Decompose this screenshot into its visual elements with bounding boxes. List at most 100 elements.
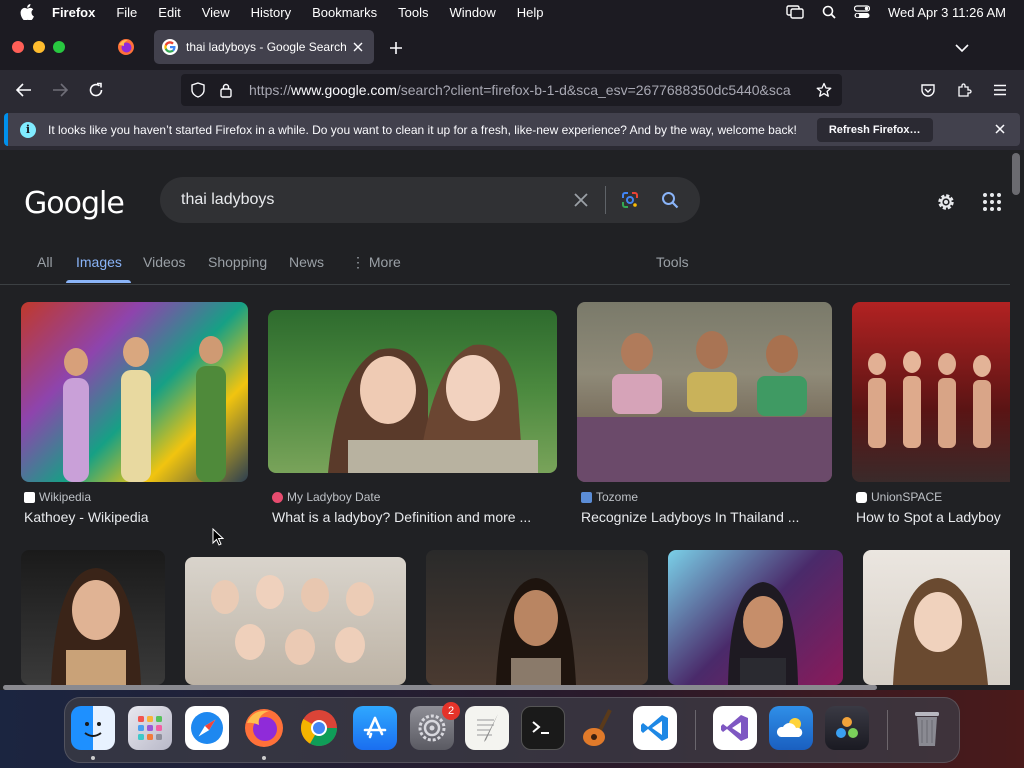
url-scheme: https:// xyxy=(249,82,292,98)
visual-studio-icon[interactable] xyxy=(713,706,757,750)
control-center-icon[interactable] xyxy=(853,5,870,19)
image-thumbnail[interactable] xyxy=(863,550,1010,685)
image-thumbnail[interactable] xyxy=(21,302,248,482)
result-title[interactable]: How to Spot a Ladyboy xyxy=(856,509,1001,525)
menu-file[interactable]: File xyxy=(116,5,137,20)
tab-strip: thai ladyboys - Google Search xyxy=(0,24,1024,70)
result-title[interactable]: Recognize Ladyboys In Thailand ... xyxy=(581,509,799,525)
tracking-protection-shield-icon[interactable] xyxy=(189,82,207,98)
bookmark-star-icon[interactable] xyxy=(812,82,836,98)
new-tab-plus-icon[interactable] xyxy=(384,36,408,60)
tab-title: thai ladyboys - Google Search xyxy=(186,40,346,54)
address-bar[interactable]: https://www.google.com/search?client=fir… xyxy=(181,74,842,106)
dock-separator xyxy=(887,710,888,750)
list-all-tabs-chevron-icon[interactable] xyxy=(950,36,974,60)
wikipedia-favicon-icon xyxy=(24,491,35,503)
pocket-icon[interactable] xyxy=(916,78,940,102)
image-thumbnail[interactable] xyxy=(852,302,1010,482)
google-logo[interactable]: Google xyxy=(24,186,125,221)
refresh-firefox-button[interactable]: Refresh Firefox… xyxy=(816,117,933,142)
spotlight-search-icon[interactable] xyxy=(822,5,836,19)
google-apps-grid-icon[interactable] xyxy=(980,190,1004,214)
notification-close-icon[interactable] xyxy=(992,121,1008,137)
result-source: Tozome xyxy=(581,490,638,504)
menu-window[interactable]: Window xyxy=(450,5,496,20)
image-thumbnail[interactable] xyxy=(21,550,165,685)
launchpad-icon[interactable] xyxy=(128,706,172,750)
firefox-dock-icon[interactable] xyxy=(242,706,286,750)
tab-videos[interactable]: Videos xyxy=(143,254,186,270)
menu-view[interactable]: View xyxy=(202,5,230,20)
tab-more[interactable]: ⋮ More xyxy=(351,254,401,271)
unionspace-favicon-icon xyxy=(856,491,867,503)
vscode-icon[interactable] xyxy=(633,706,677,750)
firefox-view-tab[interactable] xyxy=(112,35,140,59)
weather-icon[interactable] xyxy=(769,706,813,750)
google-lens-icon[interactable] xyxy=(618,188,642,212)
result-title[interactable]: Kathoey - Wikipedia xyxy=(24,509,149,525)
firefox-running-indicator xyxy=(262,756,266,760)
tab-images[interactable]: Images xyxy=(76,254,122,270)
menu-bookmarks[interactable]: Bookmarks xyxy=(312,5,377,20)
menu-edit[interactable]: Edit xyxy=(158,5,180,20)
garageband-icon[interactable] xyxy=(577,706,621,750)
davinci-resolve-icon[interactable] xyxy=(825,706,869,750)
menu-help[interactable]: Help xyxy=(517,5,544,20)
menubar-clock[interactable]: Wed Apr 3 11:26 AM xyxy=(888,5,1006,20)
clear-search-icon[interactable] xyxy=(569,188,593,212)
tab-all[interactable]: All xyxy=(37,254,53,270)
image-thumbnail[interactable] xyxy=(268,310,557,473)
image-thumbnail[interactable] xyxy=(668,550,843,685)
result-title[interactable]: What is a ladyboy? Definition and more .… xyxy=(272,509,531,525)
google-favicon-icon xyxy=(162,39,178,55)
padlock-icon[interactable] xyxy=(217,83,235,98)
refresh-firefox-notification: i It looks like you haven’t started Fire… xyxy=(4,113,1020,146)
menu-history[interactable]: History xyxy=(251,5,291,20)
tozome-favicon-icon xyxy=(581,491,592,503)
trash-icon[interactable] xyxy=(905,706,949,750)
screen-mirroring-icon[interactable] xyxy=(786,5,804,19)
finder-running-indicator xyxy=(91,756,95,760)
tab-news[interactable]: News xyxy=(289,254,324,270)
forward-arrow-icon[interactable] xyxy=(48,78,72,102)
system-settings-icon[interactable]: 2 xyxy=(410,702,460,750)
info-icon: i xyxy=(20,121,36,138)
active-tab[interactable]: thai ladyboys - Google Search xyxy=(154,30,374,64)
firefox-icon xyxy=(118,39,134,55)
extensions-puzzle-icon[interactable] xyxy=(952,78,976,102)
image-thumbnail[interactable] xyxy=(577,302,832,482)
tools-button[interactable]: Tools xyxy=(656,254,689,270)
finder-icon[interactable] xyxy=(71,706,115,750)
url-text[interactable]: https://www.google.com/search?client=fir… xyxy=(249,82,812,98)
safari-icon[interactable] xyxy=(185,706,229,750)
url-host: www.google.com xyxy=(291,82,397,98)
terminal-icon[interactable] xyxy=(521,706,565,750)
url-path: /search?client=firefox-b-1-d&sca_esv=267… xyxy=(396,82,791,98)
settings-gear-icon[interactable] xyxy=(934,190,958,214)
apple-menu-icon[interactable] xyxy=(18,3,36,21)
mouse-cursor-icon xyxy=(212,527,225,551)
reload-icon[interactable] xyxy=(84,78,108,102)
window-close-button[interactable] xyxy=(12,41,24,53)
image-thumbnail[interactable] xyxy=(426,550,648,685)
dock-separator xyxy=(695,710,696,750)
vertical-scrollbar[interactable] xyxy=(1012,153,1020,195)
textedit-icon[interactable] xyxy=(465,706,509,750)
tabs-divider xyxy=(0,284,1010,285)
window-zoom-button[interactable] xyxy=(53,41,65,53)
tab-shopping[interactable]: Shopping xyxy=(208,254,267,270)
chrome-icon[interactable] xyxy=(297,706,341,750)
menu-app-name[interactable]: Firefox xyxy=(52,5,95,20)
tab-close-icon[interactable] xyxy=(346,35,370,59)
hamburger-menu-icon[interactable] xyxy=(988,78,1012,102)
app-store-icon[interactable] xyxy=(353,706,397,750)
google-results-page: Google thai ladyboys All Images Videos S… xyxy=(0,150,1024,690)
search-input[interactable]: thai ladyboys xyxy=(181,191,569,209)
back-arrow-icon[interactable] xyxy=(12,78,36,102)
search-box[interactable]: thai ladyboys xyxy=(160,177,700,223)
image-thumbnail[interactable] xyxy=(185,557,406,685)
menu-tools[interactable]: Tools xyxy=(398,5,428,20)
search-magnifier-icon[interactable] xyxy=(658,188,682,212)
result-source-name: Wikipedia xyxy=(39,490,92,504)
window-minimize-button[interactable] xyxy=(33,41,45,53)
